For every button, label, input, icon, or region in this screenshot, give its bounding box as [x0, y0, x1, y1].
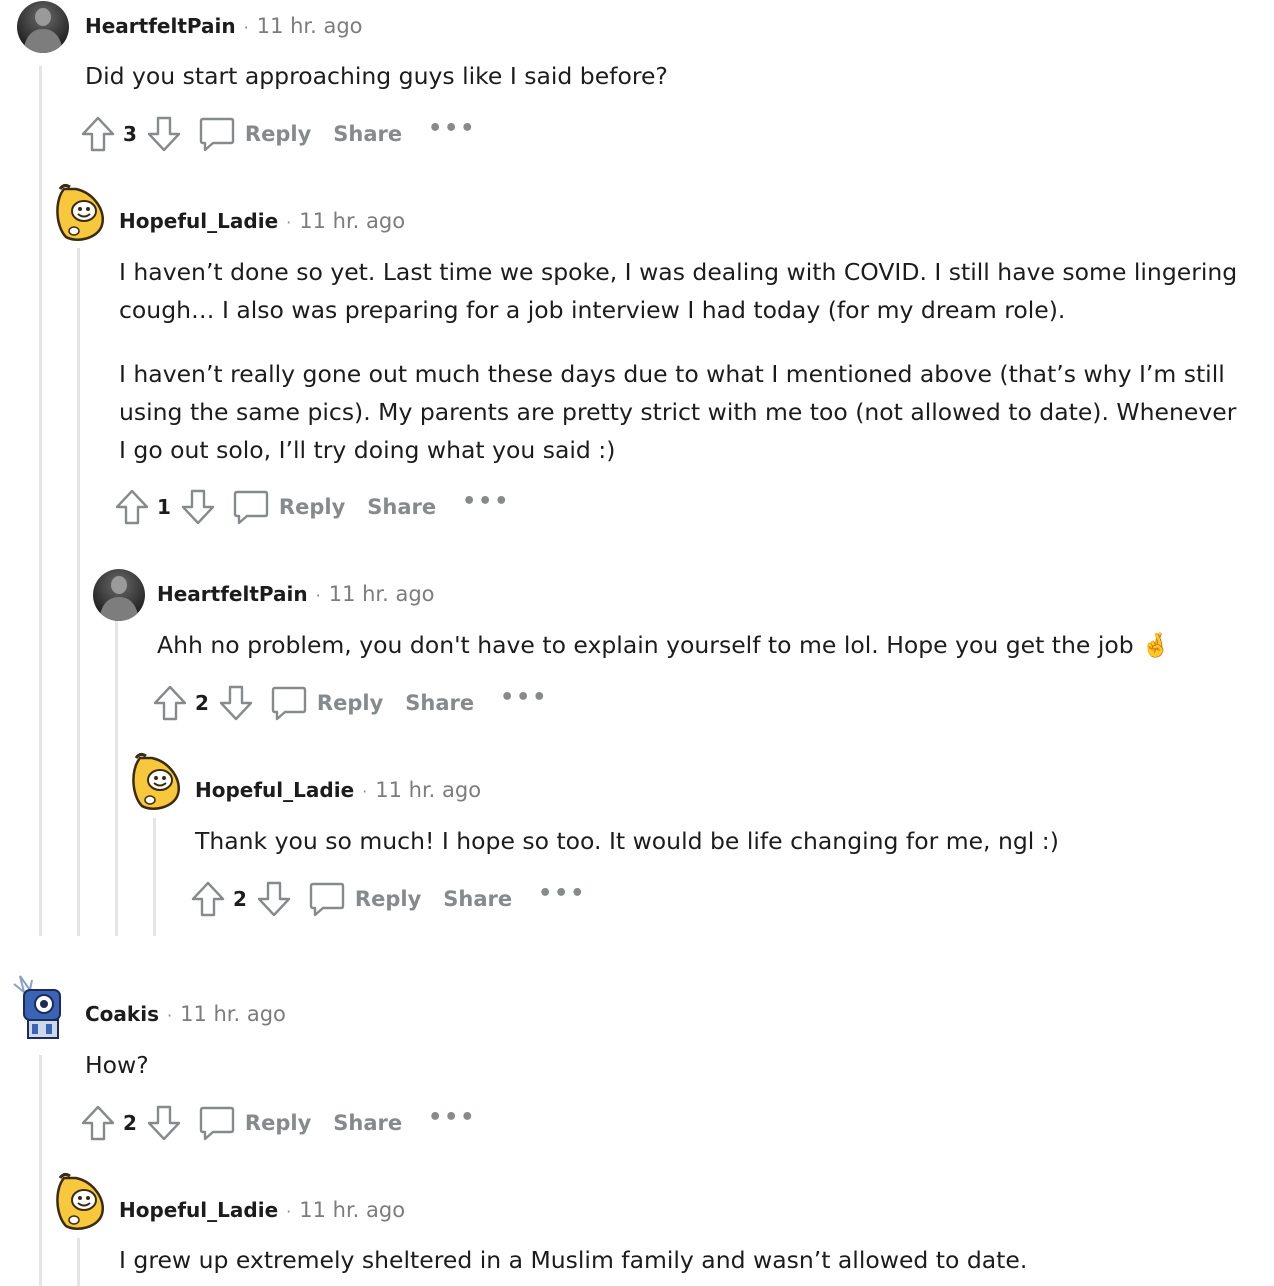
vote-count: 3: [123, 122, 137, 146]
share-button[interactable]: Share: [405, 691, 474, 715]
share-button[interactable]: Share: [333, 1111, 402, 1135]
comment-paragraph: How?: [85, 1051, 149, 1079]
author-name[interactable]: HeartfeltPain: [85, 14, 236, 38]
author-name[interactable]: Hopeful_Ladie: [119, 209, 278, 233]
thread-line[interactable]: [77, 248, 80, 936]
speech-bubble-icon: [309, 881, 345, 917]
thread-line[interactable]: [153, 818, 156, 936]
timestamp[interactable]: 11 hr. ago: [257, 14, 363, 38]
speech-bubble-icon: [233, 489, 269, 525]
upvote-arrow-icon[interactable]: [191, 881, 225, 917]
comment-paragraph: Ahh no problem, you don't have to explai…: [157, 631, 1171, 659]
thread-line[interactable]: [39, 1055, 42, 1286]
timestamp[interactable]: 11 hr. ago: [329, 582, 435, 606]
timestamp[interactable]: 11 hr. ago: [299, 1198, 405, 1222]
author-name[interactable]: Coakis: [85, 1002, 159, 1026]
reply-label: Reply: [278, 495, 346, 519]
author-name[interactable]: Hopeful_Ladie: [119, 1198, 278, 1222]
ellipsis-icon[interactable]: •••: [500, 685, 548, 710]
reply-label: Reply: [316, 691, 384, 715]
comment-body: I grew up extremely sheltered in a Musli…: [119, 1241, 1249, 1279]
ellipsis-icon[interactable]: •••: [428, 116, 476, 141]
share-button[interactable]: Share: [443, 887, 512, 911]
comment-body: Thank you so much! I hope so too. It wou…: [195, 822, 1245, 860]
comment-body: Did you start approaching guys like I sa…: [85, 57, 1245, 95]
upvote-arrow-icon[interactable]: [153, 685, 187, 721]
meta-separator: ·: [286, 1202, 292, 1221]
comment-body: I haven’t done so yet. Last time we spok…: [119, 253, 1249, 469]
downvote-arrow-icon[interactable]: [147, 116, 181, 152]
reply-label: Reply: [244, 1111, 312, 1135]
avatar[interactable]: [130, 750, 182, 812]
avatar[interactable]: [17, 1, 69, 53]
comment-paragraph: I haven’t done so yet. Last time we spok…: [119, 258, 1238, 324]
avatar[interactable]: [54, 1170, 106, 1232]
comment-actions: 2 Reply Share •••: [191, 879, 586, 919]
share-button[interactable]: Share: [367, 495, 436, 519]
reply-label: Reply: [244, 122, 312, 146]
upvote-arrow-icon[interactable]: [81, 116, 115, 152]
reply-button[interactable]: Reply: [199, 1105, 311, 1141]
comment-paragraph: Thank you so much! I hope so too. It wou…: [195, 827, 1059, 855]
meta-separator: ·: [315, 586, 321, 605]
timestamp[interactable]: 11 hr. ago: [299, 209, 405, 233]
avatar[interactable]: [54, 181, 106, 243]
avatar[interactable]: [10, 972, 68, 1042]
author-name[interactable]: HeartfeltPain: [157, 582, 308, 606]
reply-button[interactable]: Reply: [233, 489, 345, 525]
comment-paragraph: I haven’t really gone out much these day…: [119, 360, 1237, 464]
thread-line[interactable]: [39, 66, 42, 936]
reply-button[interactable]: Reply: [199, 116, 311, 152]
meta-separator: ·: [166, 1006, 173, 1025]
downvote-arrow-icon[interactable]: [257, 881, 291, 917]
upvote-arrow-icon[interactable]: [115, 489, 149, 525]
speech-bubble-icon: [199, 116, 235, 152]
downvote-arrow-icon[interactable]: [147, 1105, 181, 1141]
comment-paragraph: I grew up extremely sheltered in a Musli…: [119, 1246, 1028, 1274]
comment-body: How?: [85, 1046, 1245, 1084]
downvote-arrow-icon[interactable]: [219, 685, 253, 721]
vote-count: 2: [233, 887, 247, 911]
comment-actions: 1 Reply Share •••: [115, 487, 510, 527]
reply-button[interactable]: Reply: [271, 685, 383, 721]
avatar[interactable]: [93, 569, 145, 621]
speech-bubble-icon: [271, 685, 307, 721]
comment-actions: 2 Reply Share •••: [153, 683, 548, 723]
comment-body: Ahh no problem, you don't have to explai…: [157, 626, 1247, 664]
meta-separator: ·: [362, 782, 368, 801]
reply-button[interactable]: Reply: [309, 881, 421, 917]
comment-actions: 2 Reply Share •••: [81, 1103, 476, 1143]
timestamp[interactable]: 11 hr. ago: [180, 1002, 286, 1026]
upvote-arrow-icon[interactable]: [81, 1105, 115, 1141]
meta-separator: ·: [286, 213, 292, 232]
speech-bubble-icon: [199, 1105, 235, 1141]
vote-count: 2: [123, 1111, 137, 1135]
ellipsis-icon[interactable]: •••: [538, 881, 586, 906]
comment-actions: 3 Reply Share •••: [81, 114, 476, 154]
ellipsis-icon[interactable]: •••: [428, 1105, 476, 1130]
meta-separator: ·: [243, 18, 249, 37]
timestamp[interactable]: 11 hr. ago: [375, 778, 481, 802]
author-name[interactable]: Hopeful_Ladie: [195, 778, 354, 802]
vote-count: 1: [157, 495, 171, 519]
thread-line[interactable]: [77, 1238, 80, 1286]
ellipsis-icon[interactable]: •••: [462, 489, 510, 514]
downvote-arrow-icon[interactable]: [181, 489, 215, 525]
reply-label: Reply: [354, 887, 422, 911]
share-button[interactable]: Share: [333, 122, 402, 146]
vote-count: 2: [195, 691, 209, 715]
comment-paragraph: Did you start approaching guys like I sa…: [85, 62, 668, 90]
thread-line[interactable]: [115, 620, 118, 936]
